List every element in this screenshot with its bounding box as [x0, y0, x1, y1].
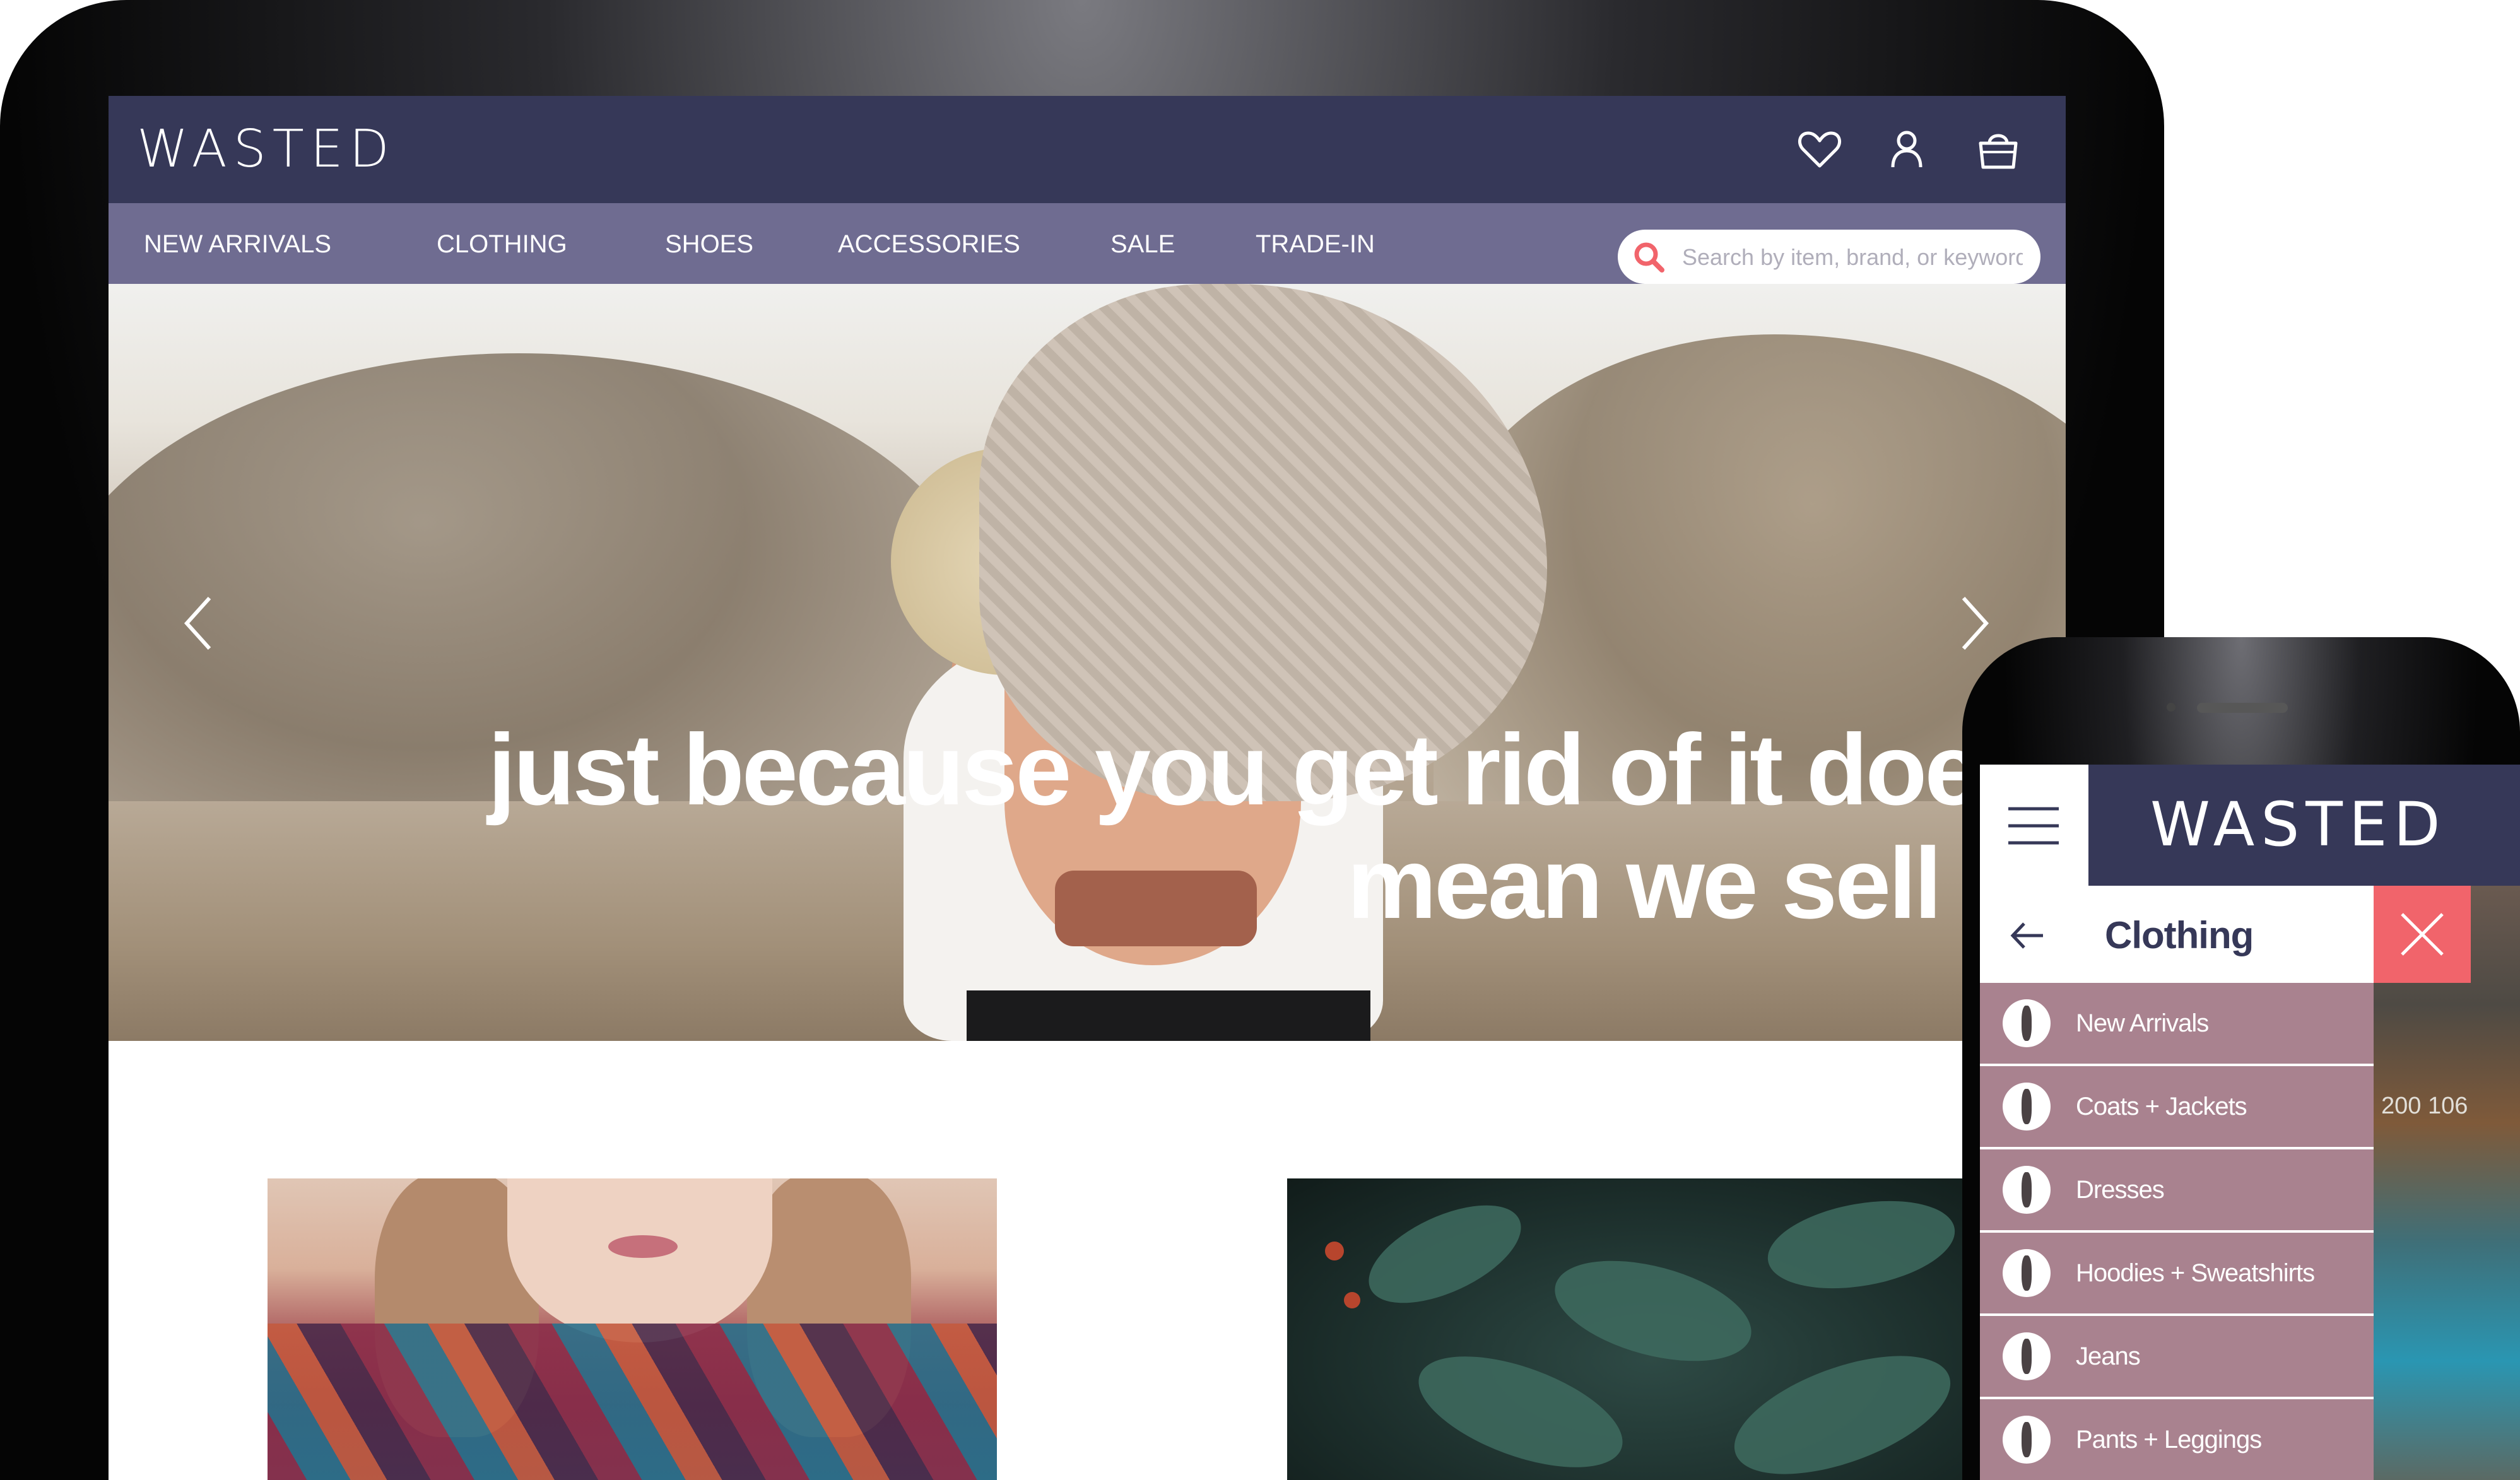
product-image-foliage[interactable] [1287, 1178, 2015, 1480]
list-item[interactable]: Hoodies + Sweatshirts [1980, 1233, 2374, 1316]
nav-trade-in[interactable]: TRADE-IN [1256, 228, 1375, 260]
hamburger-menu-button[interactable] [1980, 765, 2088, 886]
menu-subheader: Clothing [1980, 886, 2374, 983]
user-icon[interactable] [1881, 124, 1932, 175]
nav-new-arrivals[interactable]: NEW ARRIVALS [144, 228, 331, 260]
list-item-label: Coats + Jackets [2076, 1093, 2247, 1120]
shopping-bag-icon[interactable] [1973, 124, 2023, 175]
site-header: WASTED [109, 96, 2066, 203]
heart-icon[interactable] [1794, 124, 1845, 175]
logo[interactable]: WASTED [137, 121, 396, 178]
category-thumbnail-icon [2003, 1083, 2051, 1131]
mobile-logo[interactable]: WASTED [2150, 790, 2447, 859]
menu-title: Clothing [2105, 914, 2254, 956]
search-icon[interactable] [1632, 240, 1667, 275]
leaf [1544, 1242, 1762, 1380]
category-thumbnail-icon [2003, 1249, 2051, 1297]
category-thumbnail-icon [2003, 1416, 2051, 1464]
list-item[interactable]: New Arrivals [1980, 983, 2374, 1066]
nav-clothing[interactable]: CLOTHING [437, 228, 567, 260]
list-item[interactable]: Dresses [1980, 1149, 2374, 1233]
desktop-site: WASTED NEW ARRIVALS CLOTHING SHOES ACCES… [109, 96, 2066, 1480]
product-coat [268, 1324, 997, 1480]
carousel-prev-icon[interactable] [178, 592, 222, 655]
search-box [1618, 230, 2040, 284]
list-item[interactable]: Coats + Jackets [1980, 1066, 2374, 1149]
hero-model-bra [1055, 871, 1257, 946]
hero-banner: just because you get rid of it doesn mea… [109, 284, 2066, 1041]
product-model-face [507, 1178, 772, 1342]
main-nav: NEW ARRIVALS CLOTHING SHOES ACCESSORIES … [109, 203, 2066, 284]
list-item-label: Pants + Leggings [2076, 1426, 2262, 1454]
hero-headline-line1: just because you get rid of it doesn [488, 713, 2066, 826]
category-thumbnail-icon [2003, 1332, 2051, 1380]
list-item[interactable]: Jeans [1980, 1316, 2374, 1399]
category-list: New Arrivals Coats + Jackets Dresses Hoo… [1980, 983, 2374, 1480]
product-model-lips [608, 1235, 678, 1258]
list-item-label: New Arrivals [2076, 1009, 2209, 1037]
hero-model-pants [967, 990, 1370, 1041]
leaf [1760, 1187, 1962, 1302]
nav-shoes[interactable]: SHOES [665, 228, 753, 260]
close-menu-button[interactable] [2374, 886, 2471, 983]
nav-sale[interactable]: SALE [1110, 228, 1175, 260]
search-input[interactable] [1681, 238, 2024, 276]
phone-speaker [2197, 703, 2288, 713]
product-image-jacket[interactable] [268, 1178, 997, 1480]
mobile-header: WASTED [2088, 765, 2520, 886]
list-item-label: Jeans [2076, 1342, 2141, 1370]
flower [1325, 1242, 1344, 1260]
background-text: 200 106 [2381, 1093, 2468, 1119]
list-item-label: Dresses [2076, 1176, 2165, 1204]
hamburger-icon [2008, 807, 2059, 845]
category-thumbnail-icon [2003, 1166, 2051, 1214]
list-item[interactable]: Pants + Leggings [1980, 1399, 2374, 1480]
leaf [1404, 1334, 1637, 1480]
back-arrow-icon[interactable] [2005, 913, 2049, 958]
flower [1344, 1292, 1360, 1308]
leaf [1354, 1185, 1536, 1324]
nav-accessories[interactable]: ACCESSORIES [838, 228, 1020, 260]
hero-headline-line2: mean we sell [1346, 826, 1942, 939]
mobile-site: WASTED 200 106 Clothing New Arrivals Coa… [1980, 765, 2520, 1480]
phone-camera [2167, 703, 2176, 712]
carousel-next-icon[interactable] [1951, 592, 1995, 655]
category-thumbnail-icon [2003, 999, 2051, 1047]
list-item-label: Hoodies + Sweatshirts [2076, 1259, 2315, 1287]
leaf [1719, 1331, 1965, 1480]
close-icon [2401, 913, 2444, 956]
